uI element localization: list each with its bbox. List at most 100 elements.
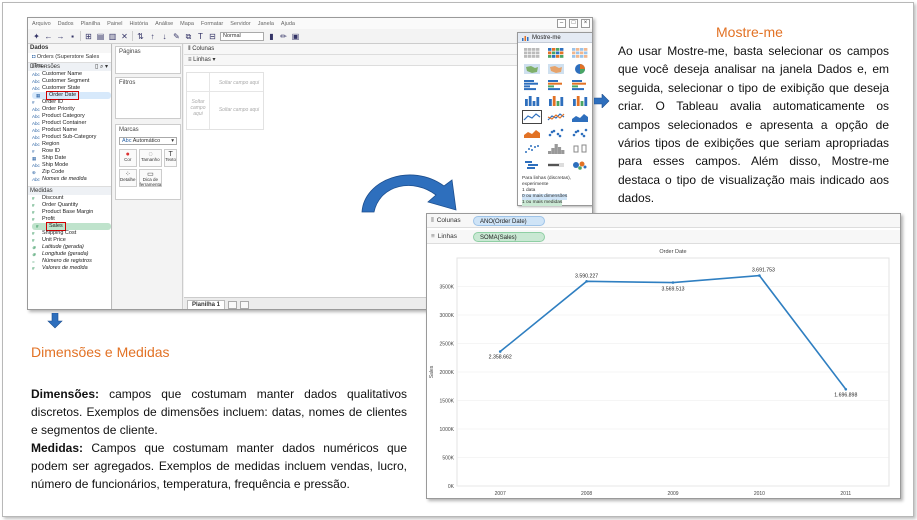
dimension-field[interactable]: Abc Customer Segment	[28, 78, 111, 85]
dimension-field[interactable]: ⊕ Zip Code	[28, 169, 111, 176]
measure-field[interactable]: = Número de registros	[28, 258, 111, 265]
sales-field[interactable]: # Sales	[32, 222, 111, 231]
forward-icon[interactable]: →	[56, 32, 65, 41]
measure-field[interactable]: ⊕ Latitude (gerada)	[28, 244, 111, 251]
color-button[interactable]: ● Cor	[119, 149, 137, 167]
label-icon[interactable]: T	[196, 32, 205, 41]
pen-icon[interactable]: ✏	[279, 32, 288, 41]
sort-desc-icon[interactable]: ↓	[160, 32, 169, 41]
window-min-icon[interactable]: –	[557, 19, 566, 28]
sort-asc-icon[interactable]: ↑	[148, 32, 157, 41]
data-source[interactable]: ◘ Orders (Superstore Sales (Tra...	[28, 53, 111, 69]
dimension-field[interactable]: Abc Order Priority	[28, 106, 111, 113]
menu-10[interactable]: Ajuda	[281, 21, 295, 27]
showme-bullet-chart[interactable]	[547, 159, 565, 171]
data-point[interactable]	[671, 281, 675, 284]
showme-box-chart[interactable]	[571, 143, 589, 155]
present-icon[interactable]: ▣	[291, 32, 300, 41]
new-dashboard-tab-icon[interactable]	[240, 300, 250, 309]
dimension-field[interactable]: ▦ Ship Date	[28, 155, 111, 162]
clear-icon[interactable]: ✕	[120, 32, 129, 41]
dimension-field[interactable]: Abc Ship Mode	[28, 162, 111, 169]
sheet-tab-1[interactable]: Planilha 1	[187, 299, 226, 309]
showme-pie-chart[interactable]	[571, 63, 589, 75]
dimension-field[interactable]: # Row ID	[28, 148, 111, 155]
data-point[interactable]	[498, 350, 502, 353]
showme-sidevbar-chart[interactable]	[571, 95, 589, 107]
tooltip-button[interactable]: ▭ Dica de ferramenta	[138, 169, 163, 187]
rows-shelf-2[interactable]: ≡ Linhas SOMA(Sales)	[427, 230, 900, 244]
dimension-field[interactable]: Abc Product Container	[28, 120, 111, 127]
columns-shelf-2[interactable]: ⫴ Colunas ANO(Order Date)	[427, 214, 900, 228]
menu-4[interactable]: História	[129, 21, 148, 27]
menu-8[interactable]: Servidor	[230, 21, 250, 27]
showme-sidebar-chart[interactable]	[571, 79, 589, 91]
showme-map2-chart[interactable]	[547, 63, 565, 75]
new-sheet-tab-icon[interactable]	[228, 300, 238, 309]
dimension-field[interactable]: # Order ID	[28, 99, 111, 106]
window-close-icon[interactable]: ×	[581, 19, 590, 28]
rows-pill[interactable]: SOMA(Sales)	[473, 232, 545, 242]
showme-area-chart[interactable]	[571, 111, 589, 123]
showme-line2-chart[interactable]	[547, 111, 565, 123]
showme-gantt-chart[interactable]	[523, 159, 541, 171]
order-date-field[interactable]: ▦ Order Date	[32, 91, 111, 100]
showme-hist-chart[interactable]	[547, 143, 565, 155]
size-button[interactable]: ◌ Tamanho	[138, 149, 163, 167]
measure-field[interactable]: # Shipping Cost	[28, 230, 111, 237]
menu-5[interactable]: Análise	[155, 21, 173, 27]
showme-highlight-chart[interactable]	[571, 47, 589, 59]
showme-table-chart[interactable]	[523, 47, 541, 59]
filters-shelf[interactable]: Filtros	[115, 77, 181, 119]
measure-field[interactable]: # Unit Price	[28, 237, 111, 244]
menu-7[interactable]: Formatar	[201, 21, 223, 27]
fit-select[interactable]: Normal	[220, 31, 264, 41]
menu-3[interactable]: Painel	[107, 21, 122, 27]
showme-scatter-chart[interactable]	[523, 143, 541, 155]
menu-9[interactable]: Janela	[258, 21, 274, 27]
menu-0[interactable]: Arquivo	[32, 21, 51, 27]
dimension-field[interactable]: Abc Product Category	[28, 113, 111, 120]
dimension-field[interactable]: Abc Product Name	[28, 127, 111, 134]
measure-field[interactable]: # Order Quantity	[28, 202, 111, 209]
showme-circle-chart[interactable]	[547, 127, 565, 139]
fix-axes-icon[interactable]: ⊟	[208, 32, 217, 41]
measure-field[interactable]: # Product Base Margin	[28, 209, 111, 216]
showme-area2-chart[interactable]	[523, 127, 541, 139]
menu-1[interactable]: Dados	[58, 21, 74, 27]
highlight-icon[interactable]: ✎	[172, 32, 181, 41]
showme-packed-chart[interactable]	[571, 159, 589, 171]
show-me-header[interactable]: Mostre-me	[518, 33, 592, 43]
showme-map-chart[interactable]	[523, 63, 541, 75]
marks-type-select[interactable]: Abc Automático ▾	[119, 137, 177, 145]
menu-6[interactable]: Mapa	[180, 21, 194, 27]
duplicate-icon[interactable]: ▥	[108, 32, 117, 41]
menu-2[interactable]: Planilha	[81, 21, 101, 27]
detail-button[interactable]: ⁘ Detalhe	[119, 169, 137, 187]
showme-vbar-chart[interactable]	[523, 95, 541, 107]
showme-hbar-chart[interactable]	[523, 79, 541, 91]
swap-icon[interactable]: ⇅	[136, 32, 145, 41]
dimension-field[interactable]: Abc Product Sub-Category	[28, 134, 111, 141]
data-point[interactable]	[844, 387, 848, 391]
drop-zone[interactable]: Soltar campo aqui Soltar campo aqui Solt…	[186, 72, 264, 130]
dimension-field[interactable]: Abc Customer Name	[28, 71, 111, 78]
showme-svbar-chart[interactable]	[547, 95, 565, 107]
showme-circle2-chart[interactable]	[571, 127, 589, 139]
new-datasource-icon[interactable]: ⊞	[84, 32, 93, 41]
back-icon[interactable]: ←	[44, 32, 53, 41]
new-sheet-icon[interactable]: ▤	[96, 32, 105, 41]
showme-heat-chart[interactable]	[547, 47, 565, 59]
measure-field[interactable]: # Valores de medida	[28, 265, 111, 272]
group-icon[interactable]: ⧉	[184, 32, 193, 41]
data-point[interactable]	[585, 280, 588, 283]
dimension-field[interactable]: Abc Nomes de medida	[28, 176, 111, 183]
measure-field[interactable]: # Profit	[28, 216, 111, 223]
data-point[interactable]	[758, 274, 761, 277]
dimension-field[interactable]: Abc Region	[28, 141, 111, 148]
text-button[interactable]: T Texto	[164, 149, 178, 167]
measure-field[interactable]: ⊕ Longitude (gerada)	[28, 251, 111, 258]
showme-sbar-chart[interactable]	[547, 79, 565, 91]
window-max-icon[interactable]: □	[569, 19, 578, 28]
pages-shelf[interactable]: Páginas	[115, 46, 181, 74]
